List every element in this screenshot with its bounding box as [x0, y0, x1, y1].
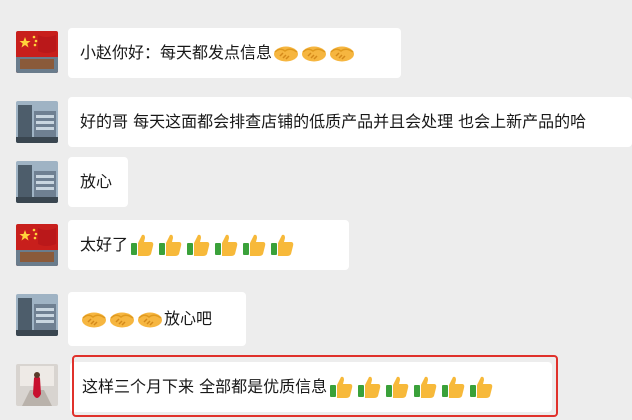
building-avatar-icon — [16, 161, 58, 203]
message-text: 太好了 — [80, 235, 129, 254]
message-text: 放心 — [80, 172, 113, 191]
chat-window: 小赵你好：每天都发点信息 好的哥 每天这面都会排查店铺的低质产品并且会处理 也会… — [0, 0, 632, 420]
avatar[interactable] — [16, 161, 58, 203]
handshake-icon — [136, 305, 164, 333]
building-avatar-icon — [16, 101, 58, 143]
handshake-icon — [80, 305, 108, 333]
bride-avatar-icon — [16, 364, 58, 406]
thumbs-up-icon — [128, 231, 156, 259]
thumbs-up-icon — [184, 231, 212, 259]
building-avatar-icon — [16, 294, 58, 336]
avatar[interactable] — [16, 294, 58, 336]
handshake-icon — [328, 39, 356, 67]
avatar[interactable] — [16, 101, 58, 143]
handshake-icon — [300, 39, 328, 67]
thumbs-up-icon — [439, 373, 467, 401]
handshake-icon — [272, 39, 300, 67]
flag-avatar-icon — [16, 224, 58, 266]
message-bubble[interactable]: 这样三个月下来 全部都是优质信息 — [70, 362, 552, 412]
message-bubble[interactable]: 好的哥 每天这面都会排查店铺的低质产品并且会处理 也会上新产品的哈 — [68, 97, 632, 147]
message-text: 好的哥 每天这面都会排查店铺的低质产品并且会处理 也会上新产品的哈 — [80, 112, 587, 131]
message-text: 小赵你好：每天都发点信息 — [80, 43, 273, 62]
message-bubble[interactable]: 放心 — [68, 157, 128, 207]
message-bubble[interactable]: 太好了 — [68, 220, 349, 270]
handshake-icon — [108, 305, 136, 333]
avatar[interactable] — [16, 31, 58, 73]
thumbs-up-icon — [383, 373, 411, 401]
message-bubble[interactable]: 小赵你好：每天都发点信息 — [68, 28, 401, 78]
thumbs-up-icon — [212, 231, 240, 259]
thumbs-up-icon — [327, 373, 355, 401]
thumbs-up-icon — [355, 373, 383, 401]
message-bubble[interactable]: 放心吧 — [68, 292, 246, 346]
flag-avatar-icon — [16, 31, 58, 73]
message-text: 这样三个月下来 全部都是优质信息 — [82, 377, 328, 396]
message-text: 放心吧 — [164, 309, 213, 328]
thumbs-up-icon — [411, 373, 439, 401]
thumbs-up-icon — [240, 231, 268, 259]
thumbs-up-icon — [467, 373, 495, 401]
thumbs-up-icon — [156, 231, 184, 259]
avatar[interactable] — [16, 224, 58, 266]
avatar[interactable] — [16, 364, 58, 406]
thumbs-up-icon — [268, 231, 296, 259]
